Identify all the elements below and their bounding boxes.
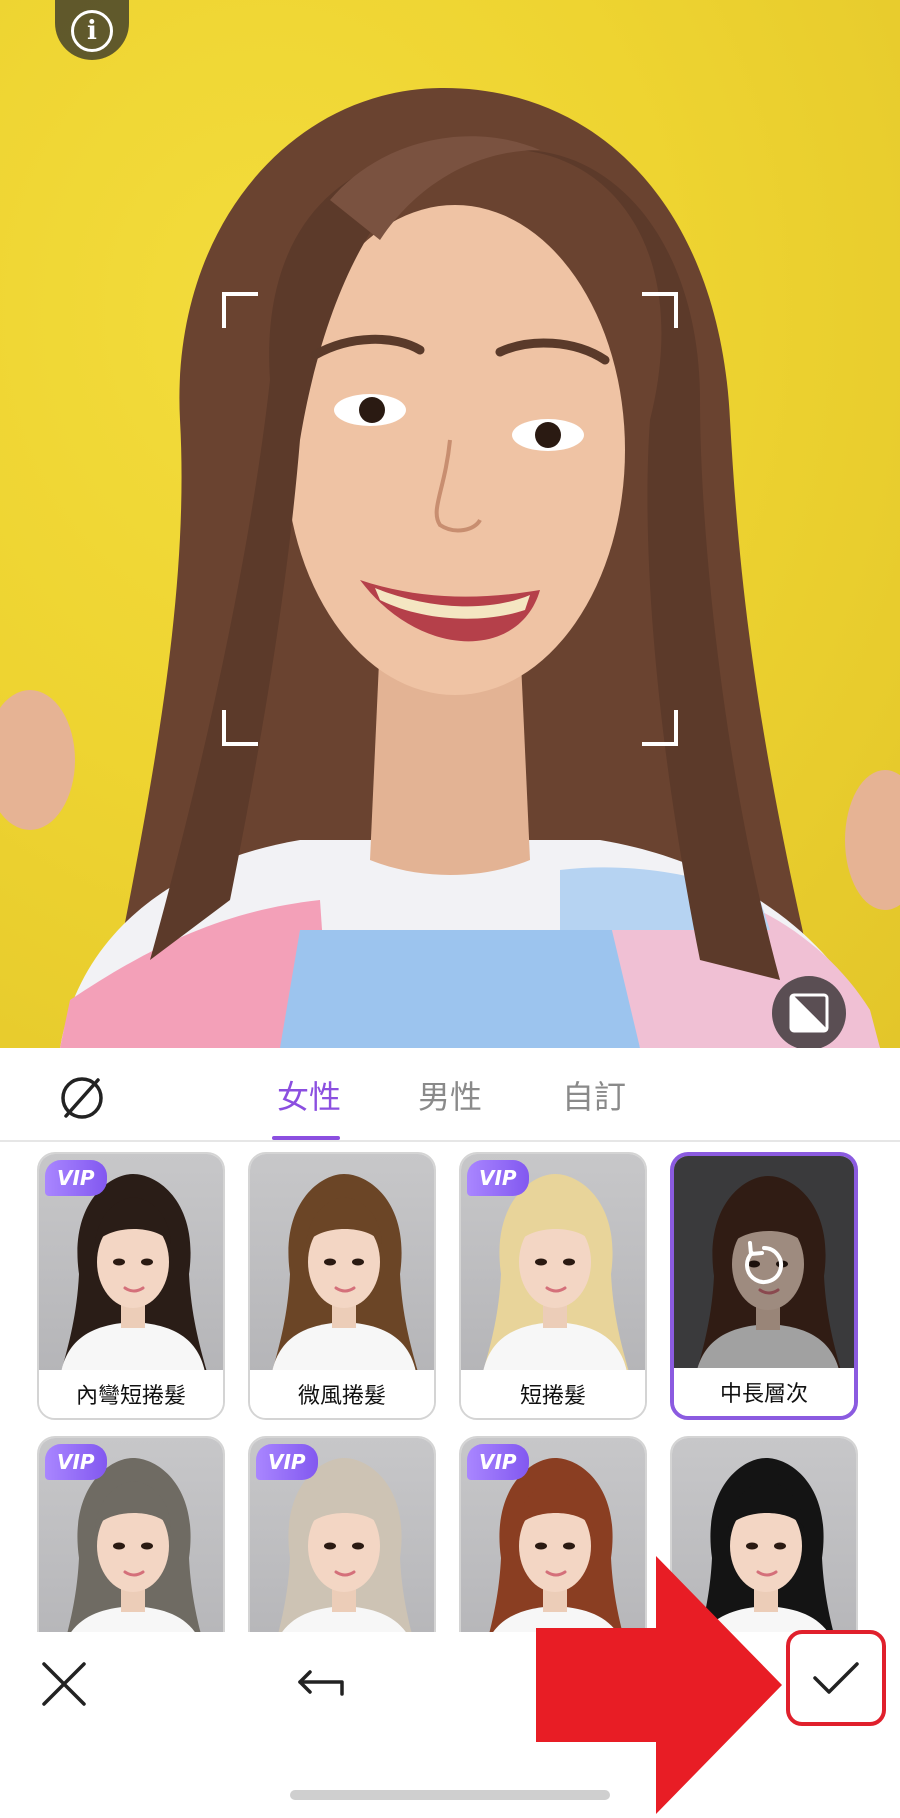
compare-button[interactable] bbox=[772, 976, 846, 1048]
red-arrow-annotation bbox=[536, 1556, 782, 1814]
hairstyle-label: 短捲髮 bbox=[461, 1370, 645, 1418]
undo-icon[interactable] bbox=[294, 1662, 350, 1702]
face-frame-top-left bbox=[222, 292, 258, 328]
face-frame-bottom-right bbox=[642, 710, 678, 746]
active-tab-indicator bbox=[272, 1136, 340, 1140]
reset-icon bbox=[745, 1241, 784, 1284]
hairstyle-card[interactable]: VIP bbox=[37, 1436, 225, 1632]
hairstyle-label: 微風捲髮 bbox=[250, 1370, 434, 1418]
info-icon: i bbox=[71, 10, 113, 52]
close-icon[interactable] bbox=[38, 1658, 90, 1710]
hairstyle-card[interactable]: VIP bbox=[248, 1436, 436, 1632]
none-icon[interactable] bbox=[58, 1074, 106, 1122]
compare-icon bbox=[789, 993, 829, 1033]
portrait-photo bbox=[0, 87, 900, 1048]
reset-overlay[interactable] bbox=[674, 1156, 854, 1374]
vip-badge: VIP bbox=[45, 1160, 107, 1196]
hairstyle-card[interactable]: 中長層次 bbox=[670, 1152, 858, 1420]
tab-female[interactable]: 女性 bbox=[277, 1072, 341, 1118]
vip-badge: VIP bbox=[256, 1444, 318, 1480]
face-frame-bottom-left bbox=[222, 710, 258, 746]
hairstyle-card[interactable]: VIP 內彎短捲髮 bbox=[37, 1152, 225, 1420]
hairstyle-label: 中長層次 bbox=[674, 1368, 854, 1416]
hairstyle-card[interactable]: 微風捲髮 bbox=[248, 1152, 436, 1420]
model-portrait bbox=[272, 1174, 418, 1372]
vip-badge: VIP bbox=[45, 1444, 107, 1480]
home-indicator bbox=[290, 1790, 610, 1800]
photo-preview[interactable]: i bbox=[0, 0, 900, 1048]
hairstyle-card[interactable]: VIP 短捲髮 bbox=[459, 1152, 647, 1420]
face-frame-top-right bbox=[642, 292, 678, 328]
bottom-toolbar bbox=[0, 1556, 900, 1818]
hairstyle-label: 內彎短捲髮 bbox=[39, 1370, 223, 1418]
vip-badge: VIP bbox=[467, 1160, 529, 1196]
vip-badge: VIP bbox=[467, 1444, 529, 1480]
tab-custom[interactable]: 自訂 bbox=[562, 1072, 626, 1118]
category-tab-bar: 女性 男性 自訂 bbox=[0, 1048, 900, 1142]
confirm-button[interactable] bbox=[786, 1630, 886, 1726]
tab-male[interactable]: 男性 bbox=[418, 1072, 482, 1118]
info-glyph: i bbox=[87, 16, 97, 46]
checkmark-icon bbox=[813, 1662, 859, 1694]
hairstyle-thumbnail bbox=[250, 1154, 434, 1372]
